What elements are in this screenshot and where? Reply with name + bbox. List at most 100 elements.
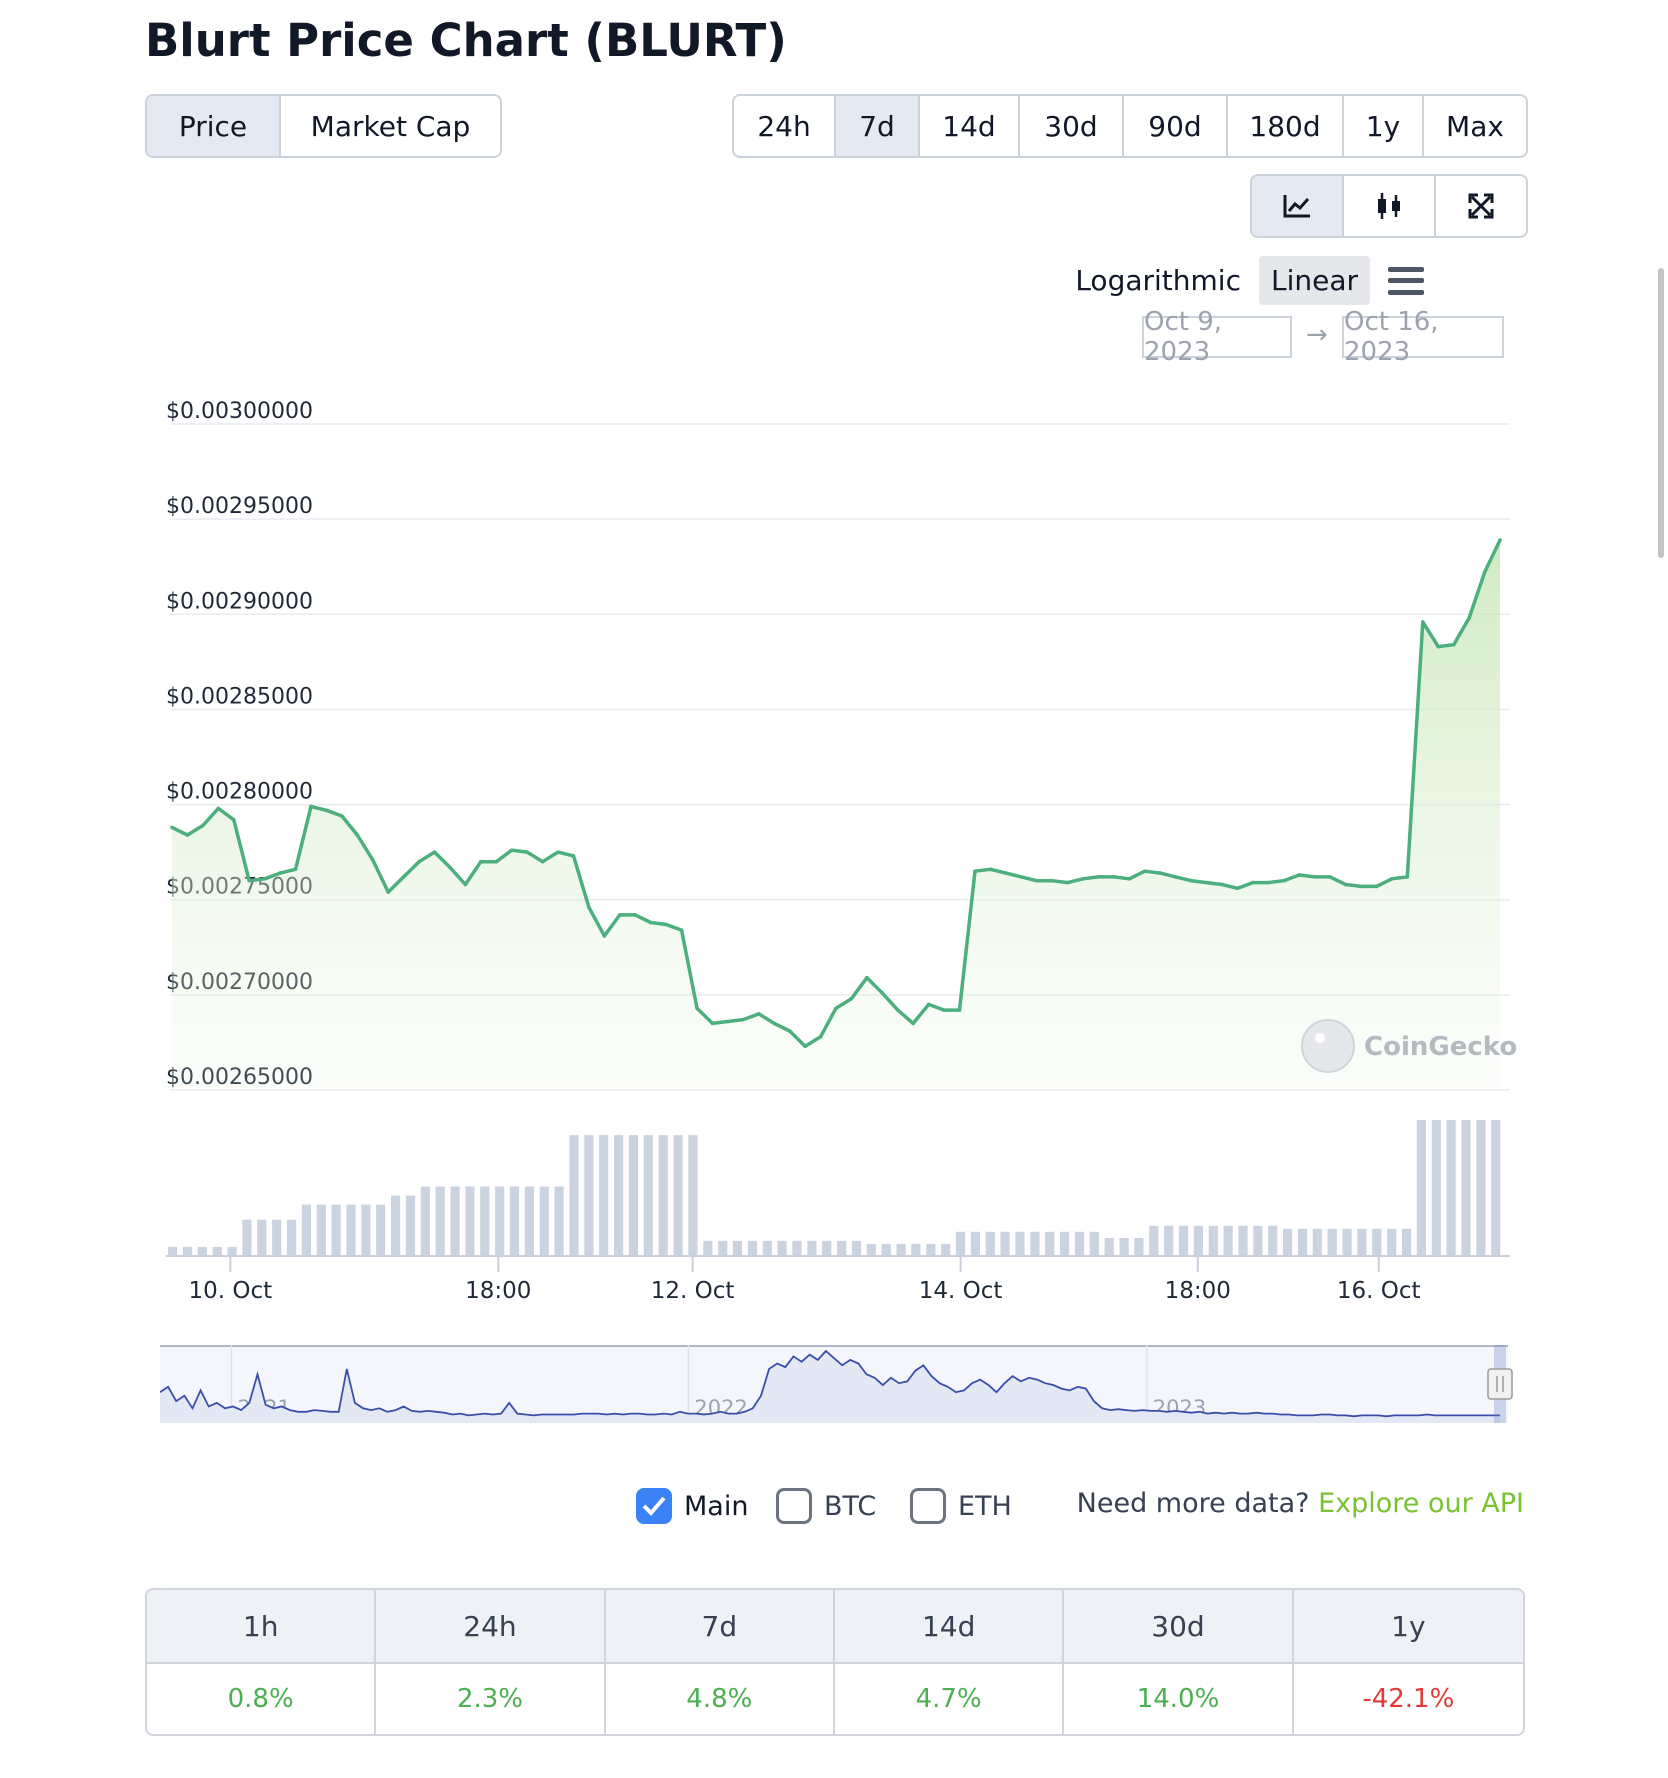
price-point: [633, 913, 638, 917]
volume-bar: [182, 1246, 193, 1256]
perf-value-30d: 14.0%: [1064, 1664, 1294, 1734]
price-point: [1312, 875, 1317, 879]
price-point: [679, 928, 684, 932]
date-from-input[interactable]: Oct 9, 2023: [1142, 307, 1292, 367]
price-point: [1405, 875, 1410, 879]
price-point: [664, 922, 668, 927]
volume-bar: [985, 1231, 995, 1256]
check-icon: [642, 1496, 666, 1516]
btc-checkbox[interactable]: [776, 1488, 812, 1524]
price-point: [386, 890, 390, 894]
price-point: [973, 869, 977, 873]
volume-bar: [346, 1204, 356, 1256]
price-point: [1235, 886, 1240, 891]
range-navigator[interactable]: 202120222023: [160, 1345, 1520, 1429]
volume-bar: [257, 1219, 267, 1256]
price-point: [741, 1017, 746, 1022]
eth-label: ETH: [958, 1490, 1012, 1522]
x-tick-label: 10. Oct: [188, 1278, 272, 1304]
volume-bar: [792, 1240, 802, 1256]
volume-bar: [1253, 1225, 1263, 1256]
candlestick-button[interactable]: [1344, 176, 1436, 236]
volume-bar: [1446, 1120, 1456, 1256]
price-point: [216, 806, 221, 811]
main-checkbox[interactable]: [636, 1488, 672, 1524]
range-7d[interactable]: 7d: [836, 96, 920, 156]
range-max[interactable]: Max: [1424, 96, 1526, 156]
price-point: [448, 865, 452, 870]
price-point: [1436, 644, 1441, 649]
price-point: [695, 1006, 699, 1010]
volume-bar: [584, 1135, 594, 1256]
perf-header-1y: 1y: [1293, 1590, 1523, 1664]
y-tick-label: $0.00285000: [166, 684, 313, 709]
range-24h[interactable]: 24h: [734, 96, 836, 156]
tab-market-cap[interactable]: Market Cap: [281, 96, 500, 156]
volume-bar: [837, 1240, 847, 1256]
price-point: [278, 871, 282, 875]
date-to-input[interactable]: Oct 16, 2023: [1342, 307, 1504, 367]
fullscreen-button[interactable]: [1436, 176, 1526, 236]
volume-bar: [658, 1135, 668, 1256]
series-toggle-eth[interactable]: ETH: [910, 1488, 1012, 1524]
price-point: [1498, 538, 1502, 542]
volume-bar: [465, 1186, 475, 1256]
volume-bar: [718, 1240, 728, 1256]
volume-bar: [1000, 1231, 1010, 1256]
price-point: [1189, 878, 1193, 883]
explore-api-link[interactable]: Explore our API: [1318, 1488, 1524, 1519]
volume-bar: [673, 1135, 683, 1256]
price-point: [355, 833, 360, 837]
volume-bar: [643, 1135, 653, 1256]
perf-value-1h: 0.8%: [147, 1664, 377, 1734]
tab-price[interactable]: Price: [147, 96, 281, 156]
volume-bar: [688, 1135, 698, 1256]
volume-bar: [851, 1240, 862, 1256]
series-toggle-main[interactable]: Main: [636, 1488, 748, 1524]
volume-bar: [1193, 1225, 1203, 1256]
price-point: [895, 1008, 900, 1012]
volume-bar: [212, 1246, 222, 1256]
volume-bar: [420, 1186, 430, 1256]
volume-bar: [391, 1195, 401, 1256]
page-scrollbar[interactable]: [1658, 268, 1664, 558]
price-point: [1112, 875, 1116, 879]
range-90d[interactable]: 90d: [1124, 96, 1228, 156]
price-point: [231, 817, 236, 822]
api-prompt-text: Need more data?: [1076, 1488, 1310, 1519]
price-point: [1173, 875, 1178, 879]
range-14d[interactable]: 14d: [920, 96, 1020, 156]
volume-bar: [197, 1246, 207, 1256]
watermark-text: CoinGecko: [1364, 1032, 1517, 1062]
logarithmic-button[interactable]: Logarithmic: [1075, 264, 1241, 297]
price-point: [926, 1002, 931, 1007]
price-point: [340, 814, 344, 818]
price-point: [324, 808, 329, 813]
volume-bar: [1283, 1228, 1293, 1256]
line-chart-button[interactable]: [1252, 176, 1344, 236]
price-point: [1266, 880, 1271, 885]
volume-bar: [1060, 1231, 1070, 1256]
menu-icon[interactable]: [1388, 266, 1424, 295]
linear-button[interactable]: Linear: [1258, 256, 1370, 305]
volume-bar: [524, 1186, 534, 1256]
volume-bar: [777, 1240, 787, 1256]
price-point: [417, 859, 421, 864]
price-point: [479, 859, 483, 864]
eth-checkbox[interactable]: [910, 1488, 946, 1524]
price-point: [726, 1019, 730, 1024]
volume-bar: [168, 1246, 178, 1256]
range-1y[interactable]: 1y: [1344, 96, 1424, 156]
range-180d[interactable]: 180d: [1228, 96, 1344, 156]
series-toggle-btc[interactable]: BTC: [776, 1488, 876, 1524]
volume-bar: [480, 1186, 490, 1256]
volume-bar: [599, 1135, 609, 1256]
price-chart[interactable]: $0.00300000 $0.00295000 $0.00290000 $0.0028…: [0, 380, 1668, 1310]
volume-bar: [242, 1219, 252, 1256]
range-30d[interactable]: 30d: [1020, 96, 1124, 156]
price-point: [602, 934, 607, 938]
price-point: [463, 882, 468, 887]
price-point: [772, 1021, 777, 1026]
price-point: [1451, 642, 1456, 647]
volume-bar: [1074, 1231, 1085, 1256]
